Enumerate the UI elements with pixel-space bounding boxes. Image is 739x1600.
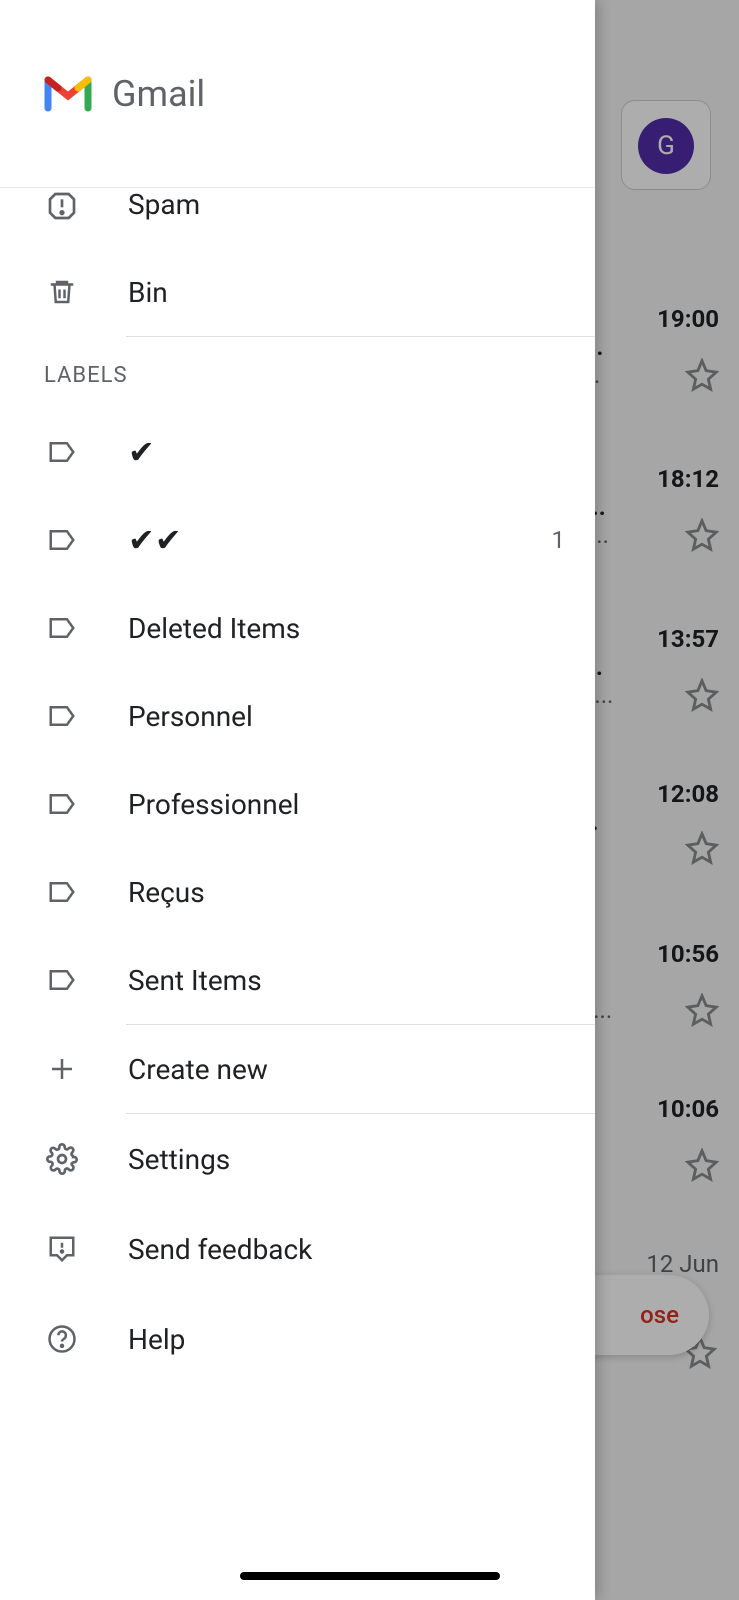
plus-icon bbox=[44, 1051, 80, 1087]
label-icon bbox=[44, 434, 80, 470]
nav-item-spam[interactable]: Spam bbox=[0, 188, 595, 248]
trash-icon bbox=[44, 274, 80, 310]
gear-icon bbox=[44, 1141, 80, 1177]
nav-label: ✔ bbox=[128, 433, 565, 471]
spam-icon bbox=[44, 188, 80, 224]
gmail-logo-icon bbox=[44, 76, 92, 112]
nav-count: 1 bbox=[552, 526, 566, 554]
label-icon bbox=[44, 962, 80, 998]
nav-item-label-deleted[interactable]: Deleted Items bbox=[0, 584, 595, 672]
app-title: Gmail bbox=[112, 73, 205, 115]
label-icon bbox=[44, 786, 80, 822]
drawer-header: Gmail bbox=[0, 0, 595, 188]
nav-item-label-professionnel[interactable]: Professionnel bbox=[0, 760, 595, 848]
label-icon bbox=[44, 698, 80, 734]
nav-label: Sent Items bbox=[128, 964, 565, 997]
nav-label: Create new bbox=[128, 1053, 565, 1086]
feedback-icon bbox=[44, 1231, 80, 1267]
nav-label: Bin bbox=[128, 276, 565, 309]
labels-header: LABELS bbox=[0, 337, 595, 408]
nav-label: Deleted Items bbox=[128, 612, 565, 645]
nav-item-settings[interactable]: Settings bbox=[0, 1114, 595, 1204]
nav-label: Send feedback bbox=[128, 1233, 565, 1266]
nav-label: Help bbox=[128, 1323, 565, 1356]
label-icon bbox=[44, 874, 80, 910]
nav-item-bin[interactable]: Bin bbox=[0, 248, 595, 336]
nav-item-label-recus[interactable]: Reçus bbox=[0, 848, 595, 936]
nav-item-label-check[interactable]: ✔ bbox=[0, 408, 595, 496]
navigation-drawer: Gmail Spam Bin bbox=[0, 0, 595, 1600]
nav-label: Professionnel bbox=[128, 788, 565, 821]
help-icon bbox=[44, 1321, 80, 1357]
nav-label: Personnel bbox=[128, 700, 565, 733]
nav-item-help[interactable]: Help bbox=[0, 1294, 595, 1384]
label-icon bbox=[44, 610, 80, 646]
home-indicator[interactable] bbox=[240, 1572, 500, 1580]
label-icon bbox=[44, 522, 80, 558]
nav-item-feedback[interactable]: Send feedback bbox=[0, 1204, 595, 1294]
nav-item-label-sentitems[interactable]: Sent Items bbox=[0, 936, 595, 1024]
nav-label: Reçus bbox=[128, 876, 565, 909]
nav-label: Settings bbox=[128, 1143, 565, 1176]
nav-item-label-personnel[interactable]: Personnel bbox=[0, 672, 595, 760]
nav-item-label-doublecheck[interactable]: ✔✔ 1 bbox=[0, 496, 595, 584]
nav-label: ✔✔ bbox=[128, 521, 504, 559]
drawer-body: Spam Bin LABELS ✔ bbox=[0, 188, 595, 1600]
nav-item-create-new[interactable]: Create new bbox=[0, 1025, 595, 1113]
nav-label: Spam bbox=[128, 188, 565, 221]
